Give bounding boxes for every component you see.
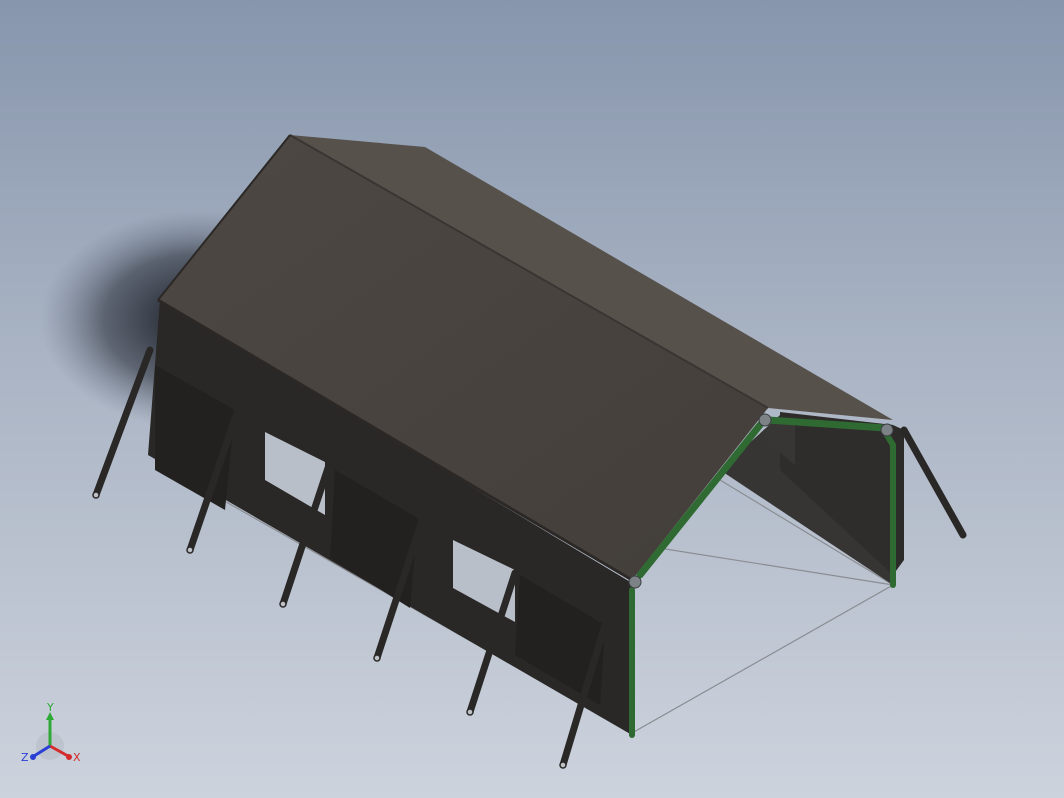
triad-x-label: X xyxy=(73,751,81,764)
triad-y-label: Y xyxy=(46,701,54,714)
tent-model-3d[interactable] xyxy=(0,0,1064,798)
reference-triad: Y X Z xyxy=(21,701,81,764)
triad-z-label: Z xyxy=(21,751,29,764)
graphics-viewport[interactable]: Y X Z xyxy=(0,0,1064,798)
